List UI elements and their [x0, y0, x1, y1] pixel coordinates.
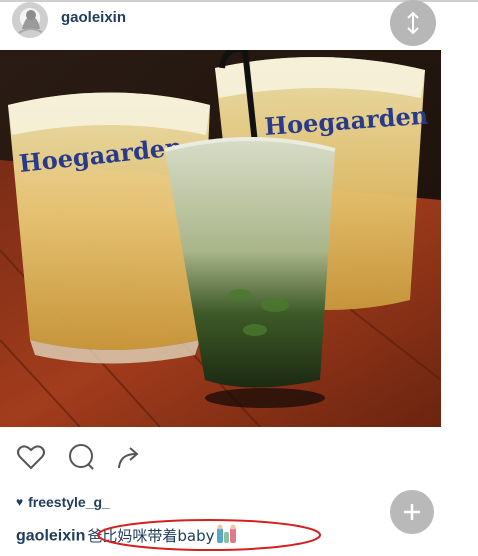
scroll-button[interactable] [390, 0, 436, 46]
heart-icon [17, 445, 45, 470]
like-button[interactable] [14, 440, 48, 474]
avatar-icon [18, 10, 44, 34]
caption: gaoleixin 爸比妈咪带着baby [16, 524, 238, 549]
avatar[interactable] [12, 2, 48, 38]
caption-text: 爸比妈咪带着baby [87, 526, 215, 545]
family-emoji-icon [216, 524, 238, 549]
vertical-arrows-icon [407, 11, 419, 35]
comment-button[interactable] [64, 440, 98, 474]
share-icon [118, 447, 139, 469]
plus-icon [404, 504, 420, 520]
heart-filled-icon: ♥ [16, 495, 24, 509]
likes-row: ♥ freestyle_g_ [16, 494, 110, 510]
post-photo[interactable]: Hoegaarden Hoegaarden [0, 50, 441, 427]
caption-username[interactable]: gaoleixin [16, 528, 85, 545]
likes-username[interactable]: freestyle_g_ [28, 494, 110, 510]
post-username[interactable]: gaoleixin [61, 9, 126, 26]
comment-icon [69, 444, 94, 470]
add-button[interactable] [390, 490, 434, 534]
photo-edge [441, 50, 478, 427]
share-button[interactable] [112, 440, 146, 474]
action-bar [0, 430, 478, 480]
post-header: gaoleixin [0, 0, 478, 50]
